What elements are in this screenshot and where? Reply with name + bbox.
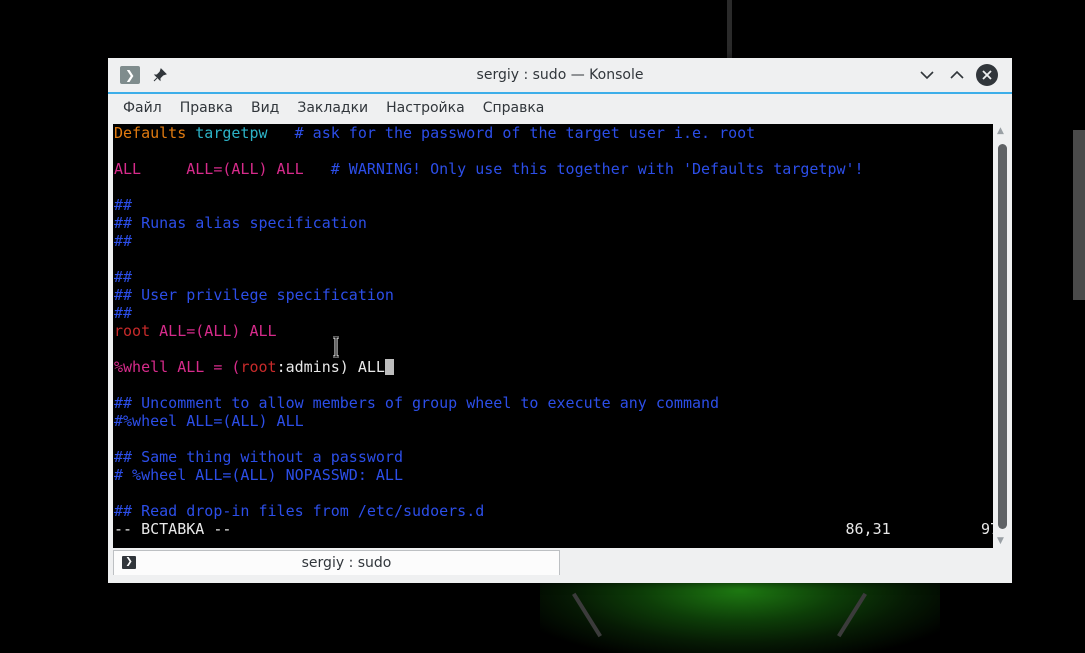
menu-edit[interactable]: Правка xyxy=(171,94,242,122)
scrollbar-thumb[interactable] xyxy=(998,144,1007,529)
terminal-scrollbar[interactable]: ▲ ▼ xyxy=(993,124,1012,548)
terminal-text: ## User privilege specification xyxy=(114,286,394,304)
terminal-text: ALL=(ALL) ALL xyxy=(150,322,277,340)
terminal-line: ## Same thing without a password xyxy=(113,448,993,466)
terminal-text: targetpw xyxy=(195,124,268,142)
maximize-button[interactable] xyxy=(947,66,967,84)
scroll-up-arrow-icon[interactable]: ▲ xyxy=(997,126,1004,136)
tab-session[interactable]: ❯ sergiy : sudo xyxy=(113,550,560,575)
terminal-text: root xyxy=(240,358,277,376)
desktop-background-line xyxy=(727,0,732,58)
terminal-text: # ask for the password of the target use… xyxy=(267,124,756,142)
tab-label: sergiy : sudo xyxy=(301,555,392,571)
terminal-line: ## Read drop-in files from /etc/sudoers.… xyxy=(113,502,993,520)
terminal-text: root xyxy=(114,322,151,340)
terminal-line: root ALL=(ALL) ALL xyxy=(113,322,993,340)
terminal-text: # %wheel ALL=(ALL) NOPASSWD: ALL xyxy=(114,466,403,484)
title-bar[interactable]: ❯ sergiy : sudo — Konsole xyxy=(108,58,1012,94)
terminal-line: Defaults targetpw # ask for the password… xyxy=(113,124,993,142)
terminal-line: ALL ALL=(ALL) ALL # WARNING! Only use th… xyxy=(113,160,993,178)
menu-file[interactable]: Файл xyxy=(108,94,171,122)
terminal-line: # %wheel ALL=(ALL) NOPASSWD: ALL xyxy=(113,466,993,484)
terminal-text: ## xyxy=(114,196,133,214)
menu-help[interactable]: Справка xyxy=(474,94,554,122)
terminal-view[interactable]: Defaults targetpw # ask for the password… xyxy=(113,124,993,548)
terminal-text: ## xyxy=(114,232,133,250)
terminal-line: -- ВСТАВКА -- 86,31 97% xyxy=(113,520,993,538)
close-button[interactable] xyxy=(976,64,998,86)
terminal-text: :admins) ALL xyxy=(276,358,385,376)
terminal-line: ## User privilege specification xyxy=(113,286,993,304)
text-cursor-block xyxy=(384,359,394,375)
menu-bookmarks[interactable]: Закладки xyxy=(288,94,377,122)
desktop-wallpaper-glow xyxy=(540,583,940,653)
tab-bar: ❯ sergiy : sudo xyxy=(113,550,1007,576)
terminal-text: #%wheel ALL=(ALL) ALL xyxy=(114,412,304,430)
terminal-line: ## Runas alias specification xyxy=(113,214,993,232)
window-title: sergiy : sudo — Konsole xyxy=(476,67,644,83)
terminal-line: #%wheel ALL=(ALL) ALL xyxy=(113,412,993,430)
terminal-text: Defaults xyxy=(114,124,196,142)
terminal-text: ## xyxy=(114,268,133,286)
terminal-line: ## xyxy=(113,304,993,322)
minimize-button[interactable] xyxy=(917,66,937,84)
terminal-text: ## Runas alias specification xyxy=(114,214,367,232)
scroll-down-arrow-icon[interactable]: ▼ xyxy=(997,536,1004,546)
terminal-text: %whell ALL = ( xyxy=(114,358,241,376)
terminal-text: ## xyxy=(114,304,133,322)
terminal-text: ## Read drop-in files from /etc/sudoers.… xyxy=(114,502,485,520)
terminal-text: ## Uncomment to allow members of group w… xyxy=(114,394,720,412)
terminal-text: # WARNING! Only use this together with '… xyxy=(303,160,864,178)
terminal-line: ## xyxy=(113,232,993,250)
terminal-line: ## xyxy=(113,196,993,214)
terminal-text: -- ВСТАВКА -- 86,31 97% xyxy=(114,520,993,538)
text-cursor-icon xyxy=(333,336,339,358)
konsole-window: ❯ sergiy : sudo — Konsole Файл Правка Ви… xyxy=(108,58,1012,583)
background-window-scrollbar xyxy=(1073,130,1085,300)
terminal-line: ## Uncomment to allow members of group w… xyxy=(113,394,993,412)
terminal-line: ## xyxy=(113,268,993,286)
terminal-text: ALL ALL=(ALL) ALL xyxy=(114,160,304,178)
terminal-line: %whell ALL = (root:admins) ALL xyxy=(113,358,993,376)
menu-bar: Файл Правка Вид Закладки Настройка Справ… xyxy=(108,94,1012,122)
menu-settings[interactable]: Настройка xyxy=(377,94,474,122)
terminal-text: ## Same thing without a password xyxy=(114,448,403,466)
menu-view[interactable]: Вид xyxy=(242,94,288,122)
